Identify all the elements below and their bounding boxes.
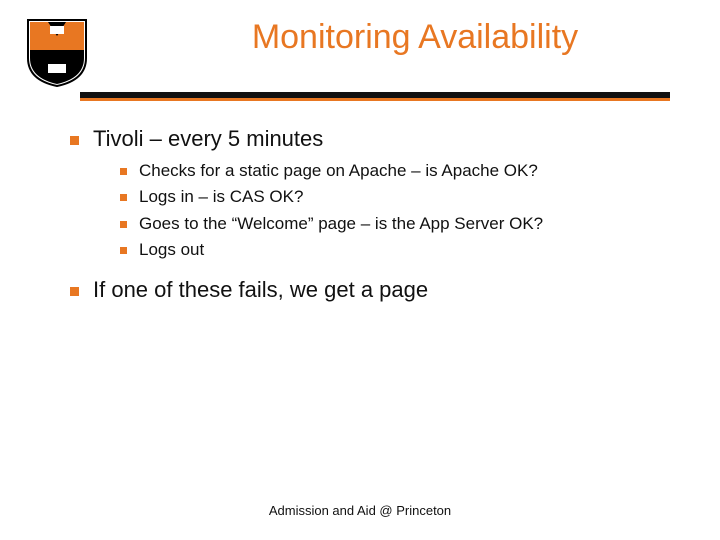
bullet-text: If one of these fails, we get a page [93, 277, 428, 302]
bullet-marker-icon [120, 168, 127, 175]
bullet-level2: Logs out [120, 237, 680, 263]
bullet-level1: If one of these fails, we get a page [70, 277, 680, 303]
bullet-level1: Tivoli – every 5 minutes [70, 126, 680, 152]
bullet-level2: Checks for a static page on Apache – is … [120, 158, 680, 184]
bullet-text: Tivoli – every 5 minutes [93, 126, 323, 151]
bullet-text: Goes to the “Welcome” page – is the App … [139, 214, 543, 233]
bullet-level2: Logs in – is CAS OK? [120, 184, 680, 210]
bullet-text: Logs out [139, 240, 204, 259]
bullet-marker-icon [70, 287, 79, 296]
bullet-level2: Goes to the “Welcome” page – is the App … [120, 211, 680, 237]
slide-body: Tivoli – every 5 minutes Checks for a st… [70, 120, 680, 309]
princeton-shield-logo [26, 18, 88, 88]
slide-title: Monitoring Availability [150, 18, 680, 57]
bullet-marker-icon [120, 194, 127, 201]
bullet-marker-icon [120, 247, 127, 254]
sub-bullet-list: Checks for a static page on Apache – is … [120, 158, 680, 263]
bullet-text: Checks for a static page on Apache – is … [139, 161, 538, 180]
bullet-text: Logs in – is CAS OK? [139, 187, 303, 206]
bullet-marker-icon [120, 221, 127, 228]
bullet-marker-icon [70, 136, 79, 145]
title-divider [80, 92, 670, 98]
slide-footer: Admission and Aid @ Princeton [0, 503, 720, 518]
